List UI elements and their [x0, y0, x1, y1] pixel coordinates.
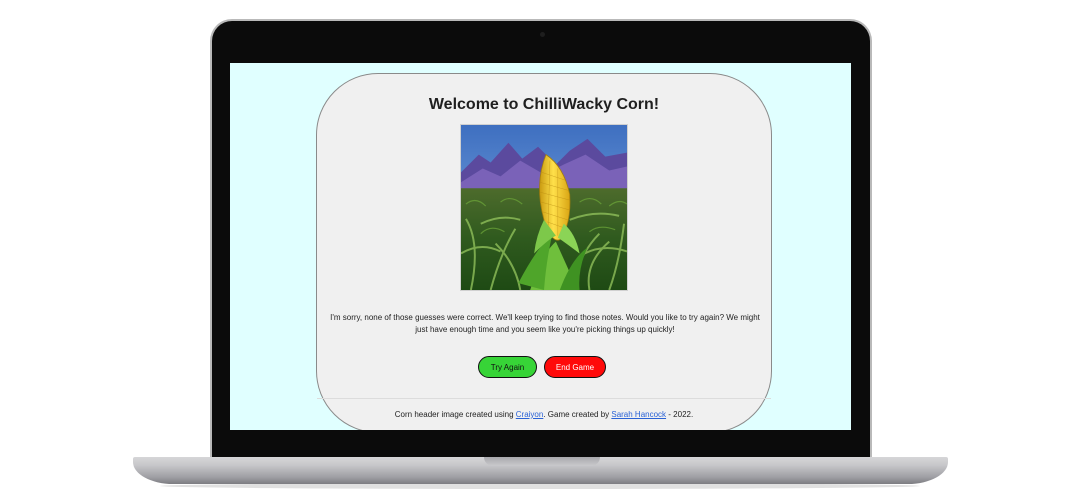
footer-divider — [317, 398, 771, 399]
corn-header-image — [460, 124, 628, 291]
result-message: I'm sorry, none of those guesses were co… — [330, 313, 760, 334]
browser-viewport: Welcome to ChilliWacky Corn! I'm sorry, … — [230, 63, 851, 430]
webcam-icon — [540, 32, 545, 37]
footer-text-3: - 2022. — [666, 410, 694, 419]
end-game-button[interactable]: End Game — [544, 356, 606, 378]
footer: Corn header image created using Craiyon.… — [317, 410, 771, 419]
footer-text-1: Corn header image created using — [394, 410, 516, 419]
author-link[interactable]: Sarah Hancock — [611, 410, 666, 419]
game-card: Welcome to ChilliWacky Corn! I'm sorry, … — [316, 73, 772, 430]
footer-text-2: . Game created by — [543, 410, 612, 419]
laptop-hinge-notch — [484, 457, 600, 466]
page-title: Welcome to ChilliWacky Corn! — [428, 96, 660, 113]
craiyon-link[interactable]: Craiyon — [516, 410, 544, 419]
try-again-button[interactable]: Try Again — [478, 356, 537, 378]
